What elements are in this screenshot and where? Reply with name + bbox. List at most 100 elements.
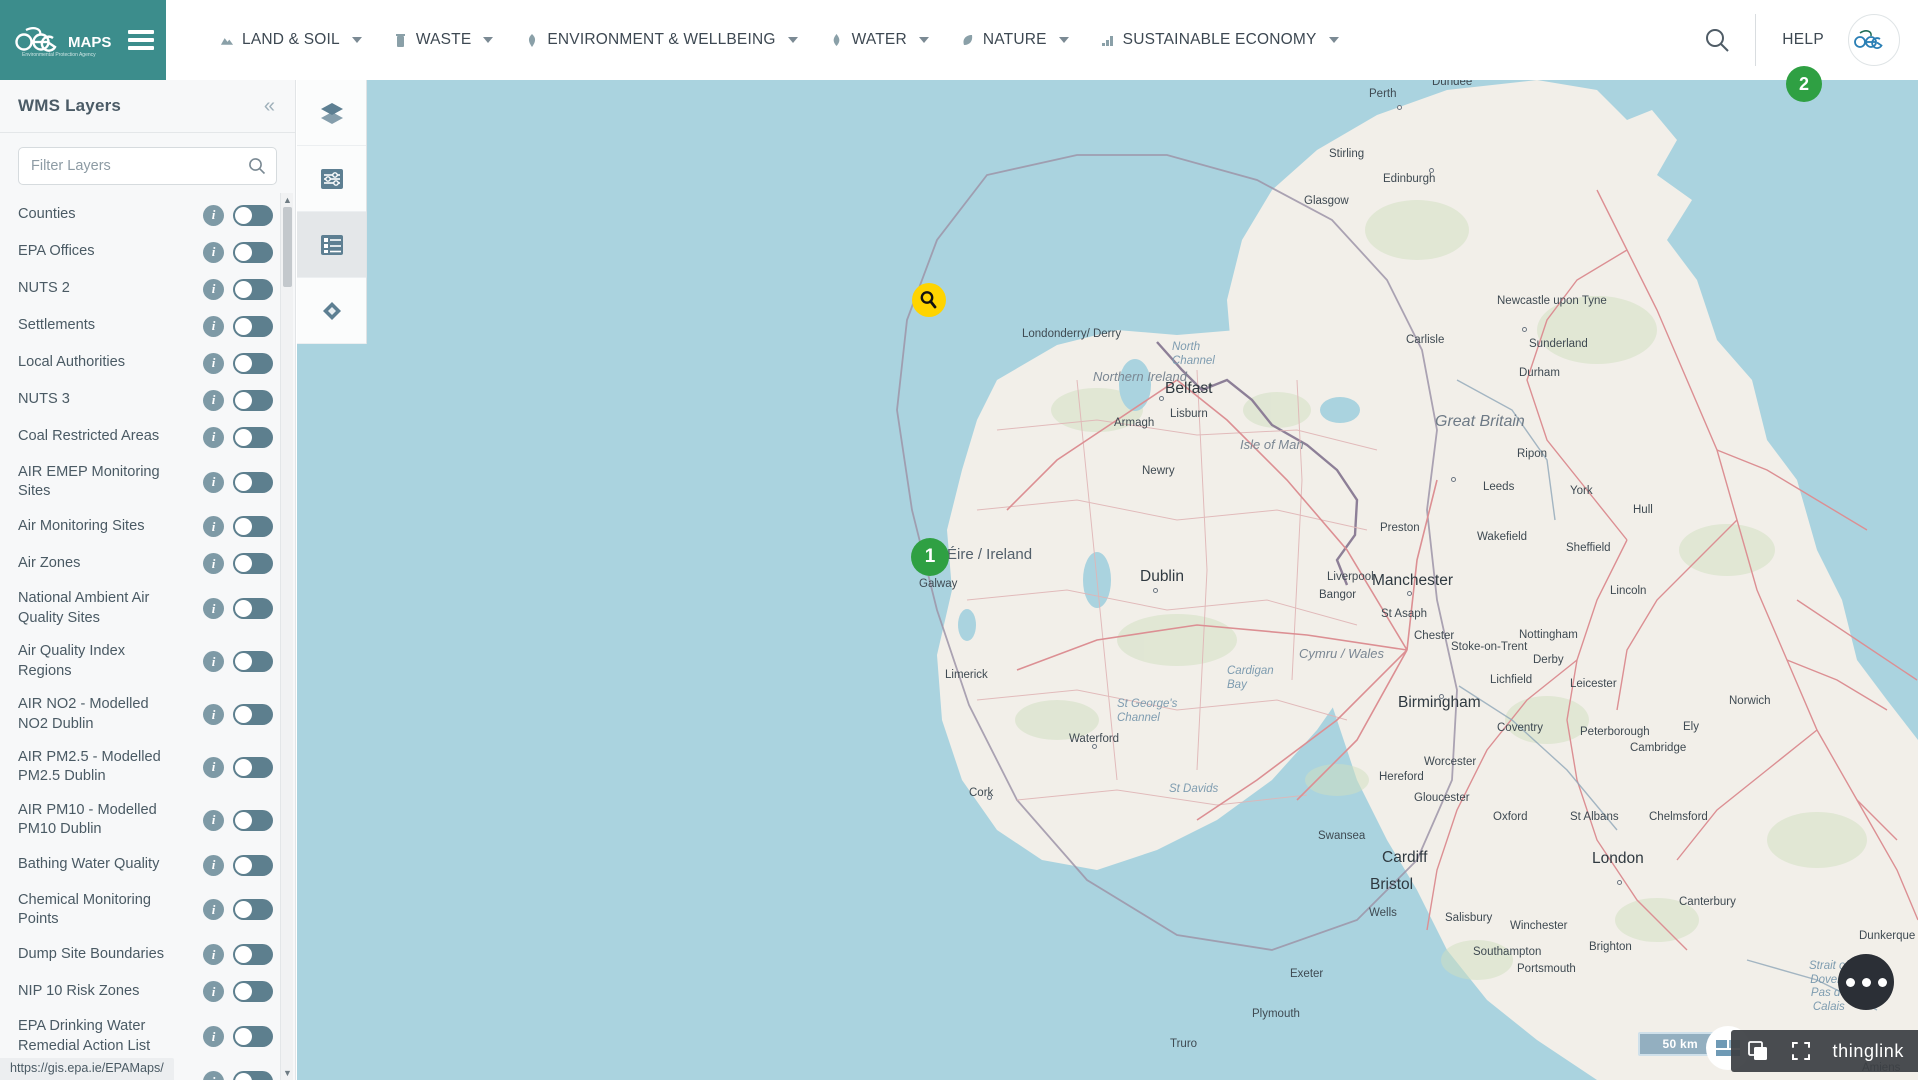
layer-toggle[interactable] xyxy=(233,426,273,448)
layer-row[interactable]: Coal Restricted Areas i xyxy=(0,419,281,456)
filter-layers-box[interactable] xyxy=(18,146,277,185)
layer-info-icon[interactable]: i xyxy=(203,899,224,921)
layer-row[interactable]: EPA Drinking Water Remedial Action List i xyxy=(0,1010,281,1063)
layer-info-icon[interactable]: i xyxy=(203,1026,224,1048)
layer-info-icon[interactable]: i xyxy=(203,704,224,726)
layer-info-icon[interactable]: i xyxy=(203,1071,224,1080)
layer-row[interactable]: National Ambient Air Quality Sites i xyxy=(0,582,281,635)
layer-row[interactable]: Settlements i xyxy=(0,308,281,345)
layer-row[interactable]: Local Authorities i xyxy=(0,345,281,382)
layer-toggle[interactable] xyxy=(233,598,273,620)
layer-row[interactable]: NUTS 3 i xyxy=(0,382,281,419)
nav-item-waste[interactable]: WASTE xyxy=(378,0,510,80)
search-icon[interactable] xyxy=(1689,0,1745,80)
scrollbar-thumb[interactable] xyxy=(283,206,292,287)
layer-toggle[interactable] xyxy=(233,471,273,493)
layer-row[interactable]: Air Monitoring Sites i xyxy=(0,508,281,545)
layer-row[interactable]: Counties i xyxy=(0,197,281,234)
map-tool-rail xyxy=(297,80,367,344)
nav-item-water[interactable]: WATER xyxy=(814,0,945,80)
epa-maps-logo: MAPS Environmental Protection Agency xyxy=(15,27,111,58)
layer-toggle[interactable] xyxy=(233,204,273,226)
layer-toggle[interactable] xyxy=(233,553,273,575)
layer-info-icon[interactable]: i xyxy=(203,315,224,337)
city-dot xyxy=(1522,327,1527,332)
layer-info-icon[interactable]: i xyxy=(203,241,224,263)
city-dot xyxy=(1407,591,1412,596)
tool-layers-stack[interactable] xyxy=(297,80,366,146)
filter-layers-input[interactable] xyxy=(19,147,276,184)
layer-row[interactable]: Air Quality Index Regions i xyxy=(0,635,281,688)
layer-info-icon[interactable]: i xyxy=(203,598,224,620)
layer-row[interactable]: Air Zones i xyxy=(0,545,281,582)
layer-info-icon[interactable]: i xyxy=(203,389,224,411)
layer-info-icon[interactable]: i xyxy=(203,756,224,778)
layer-info-icon[interactable]: i xyxy=(203,854,224,876)
city-dot xyxy=(1159,396,1164,401)
help-link[interactable]: HELP xyxy=(1766,31,1840,49)
nav-item-nature[interactable]: NATURE xyxy=(945,0,1085,80)
layer-toggle[interactable] xyxy=(233,704,273,726)
map-canvas[interactable]: Perth Dundee Stirling Edinburgh Glasgow … xyxy=(297,80,1918,1080)
layer-info-icon[interactable]: i xyxy=(203,553,224,575)
layer-toggle[interactable] xyxy=(233,389,273,411)
map-marker-search[interactable] xyxy=(912,283,946,317)
epa-logo-badge[interactable] xyxy=(1848,14,1900,66)
collapse-sidebar-button[interactable]: « xyxy=(262,92,277,120)
tool-layer-settings[interactable] xyxy=(297,146,366,212)
duplicate-icon[interactable] xyxy=(1747,1040,1769,1062)
layer-row[interactable]: EPA Offices i xyxy=(0,234,281,271)
more-options-fab[interactable] xyxy=(1838,954,1894,1010)
layer-row[interactable]: Chemical Monitoring Points i xyxy=(0,884,281,937)
map-badge-2[interactable]: 2 xyxy=(1786,66,1822,102)
scroll-down-icon[interactable]: ▼ xyxy=(281,1066,294,1080)
fullscreen-icon[interactable] xyxy=(1791,1041,1811,1061)
layer-toggle[interactable] xyxy=(233,854,273,876)
layer-toggle[interactable] xyxy=(233,944,273,966)
nav-item-environment-wellbeing[interactable]: ENVIRONMENT & WELLBEING xyxy=(509,0,813,80)
layer-toggle[interactable] xyxy=(233,1071,273,1080)
layer-row[interactable]: AIR PM10 - Modelled PM10 Dublin i xyxy=(0,794,281,847)
layer-toggle[interactable] xyxy=(233,651,273,673)
layer-row[interactable]: AIR EMEP Monitoring Sites i xyxy=(0,456,281,509)
map-marker-1[interactable]: 1 xyxy=(911,538,949,576)
layer-info-icon[interactable]: i xyxy=(203,981,224,1003)
layer-row[interactable]: AIR NO2 - Modelled NO2 Dublin i xyxy=(0,688,281,741)
layer-toggle[interactable] xyxy=(233,981,273,1003)
sidebar-scrollbar[interactable]: ▲ ▼ xyxy=(280,192,294,1080)
toggle-knob xyxy=(235,811,252,829)
layer-info-icon[interactable]: i xyxy=(203,516,224,538)
layer-info-icon[interactable]: i xyxy=(203,278,224,300)
layer-toggle[interactable] xyxy=(233,278,273,300)
tool-legend-list[interactable] xyxy=(297,212,366,278)
layer-toggle[interactable] xyxy=(233,352,273,374)
tool-basemap[interactable] xyxy=(297,278,366,344)
layer-info-icon[interactable]: i xyxy=(203,471,224,493)
layer-row[interactable]: Dump Site Boundaries i xyxy=(0,936,281,973)
layer-info-icon[interactable]: i xyxy=(203,944,224,966)
nav-item-sustainable-economy[interactable]: SUSTAINABLE ECONOMY xyxy=(1085,0,1355,80)
layer-toggle[interactable] xyxy=(233,756,273,778)
layer-info-icon[interactable]: i xyxy=(203,426,224,448)
layer-row[interactable]: NUTS 2 i xyxy=(0,271,281,308)
layer-info-icon[interactable]: i xyxy=(203,204,224,226)
layer-toggle[interactable] xyxy=(233,899,273,921)
nav-item-land-soil[interactable]: LAND & SOIL xyxy=(204,0,378,80)
layer-toggle[interactable] xyxy=(233,1026,273,1048)
layer-info-icon[interactable]: i xyxy=(203,809,224,831)
layer-toggle[interactable] xyxy=(233,315,273,337)
layer-info-icon[interactable]: i xyxy=(203,352,224,374)
layer-row[interactable]: AIR PM2.5 - Modelled PM2.5 Dublin i xyxy=(0,741,281,794)
thinglink-wordmark[interactable]: thinglink xyxy=(1833,1041,1904,1062)
layer-toggle[interactable] xyxy=(233,241,273,263)
layer-row[interactable]: NIP 10 Risk Zones i xyxy=(0,973,281,1010)
brand-block[interactable]: MAPS Environmental Protection Agency xyxy=(0,0,166,80)
layer-toggle[interactable] xyxy=(233,516,273,538)
layer-toggle[interactable] xyxy=(233,809,273,831)
layer-list-scroll[interactable]: Counties i EPA Offices i NUTS 2 i Settlemen… xyxy=(0,192,295,1080)
layer-row[interactable]: Bathing Water Quality i xyxy=(0,847,281,884)
scroll-up-icon[interactable]: ▲ xyxy=(281,193,294,207)
layer-info-icon[interactable]: i xyxy=(203,651,224,673)
menu-hamburger-icon[interactable] xyxy=(128,30,154,50)
search-icon[interactable] xyxy=(248,157,266,180)
